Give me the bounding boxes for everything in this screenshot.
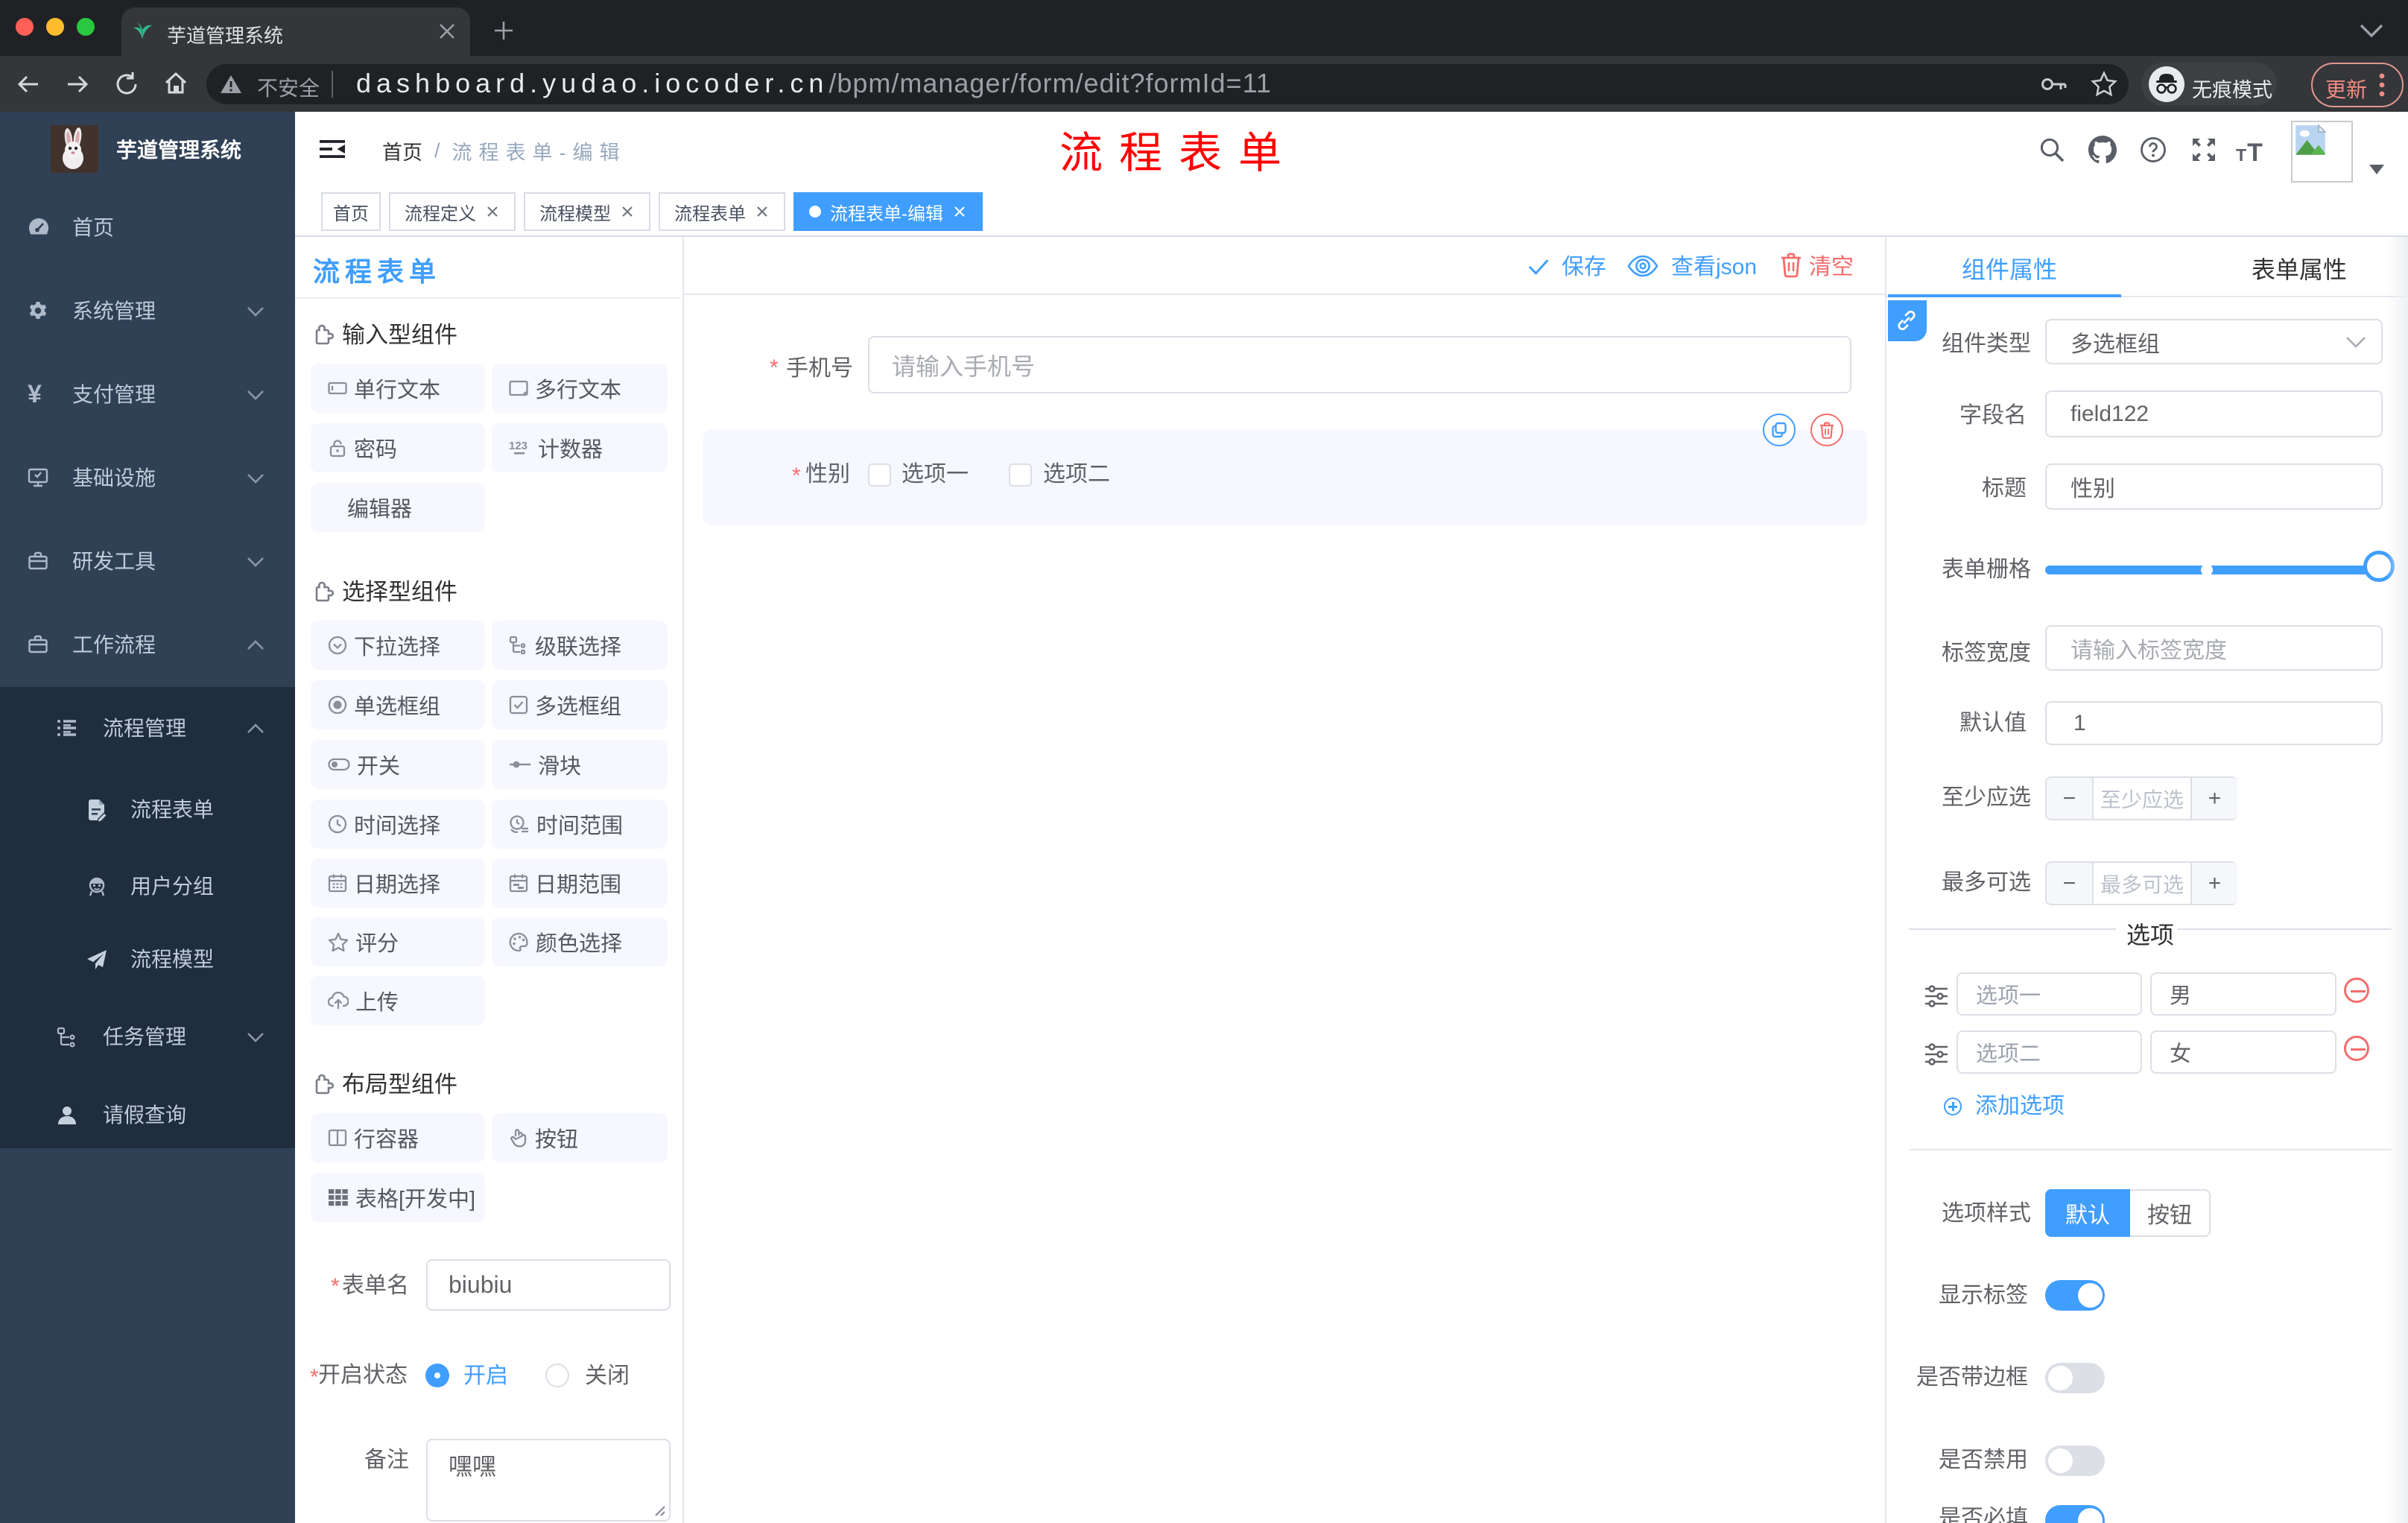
svg-text:123: 123 (509, 440, 527, 452)
